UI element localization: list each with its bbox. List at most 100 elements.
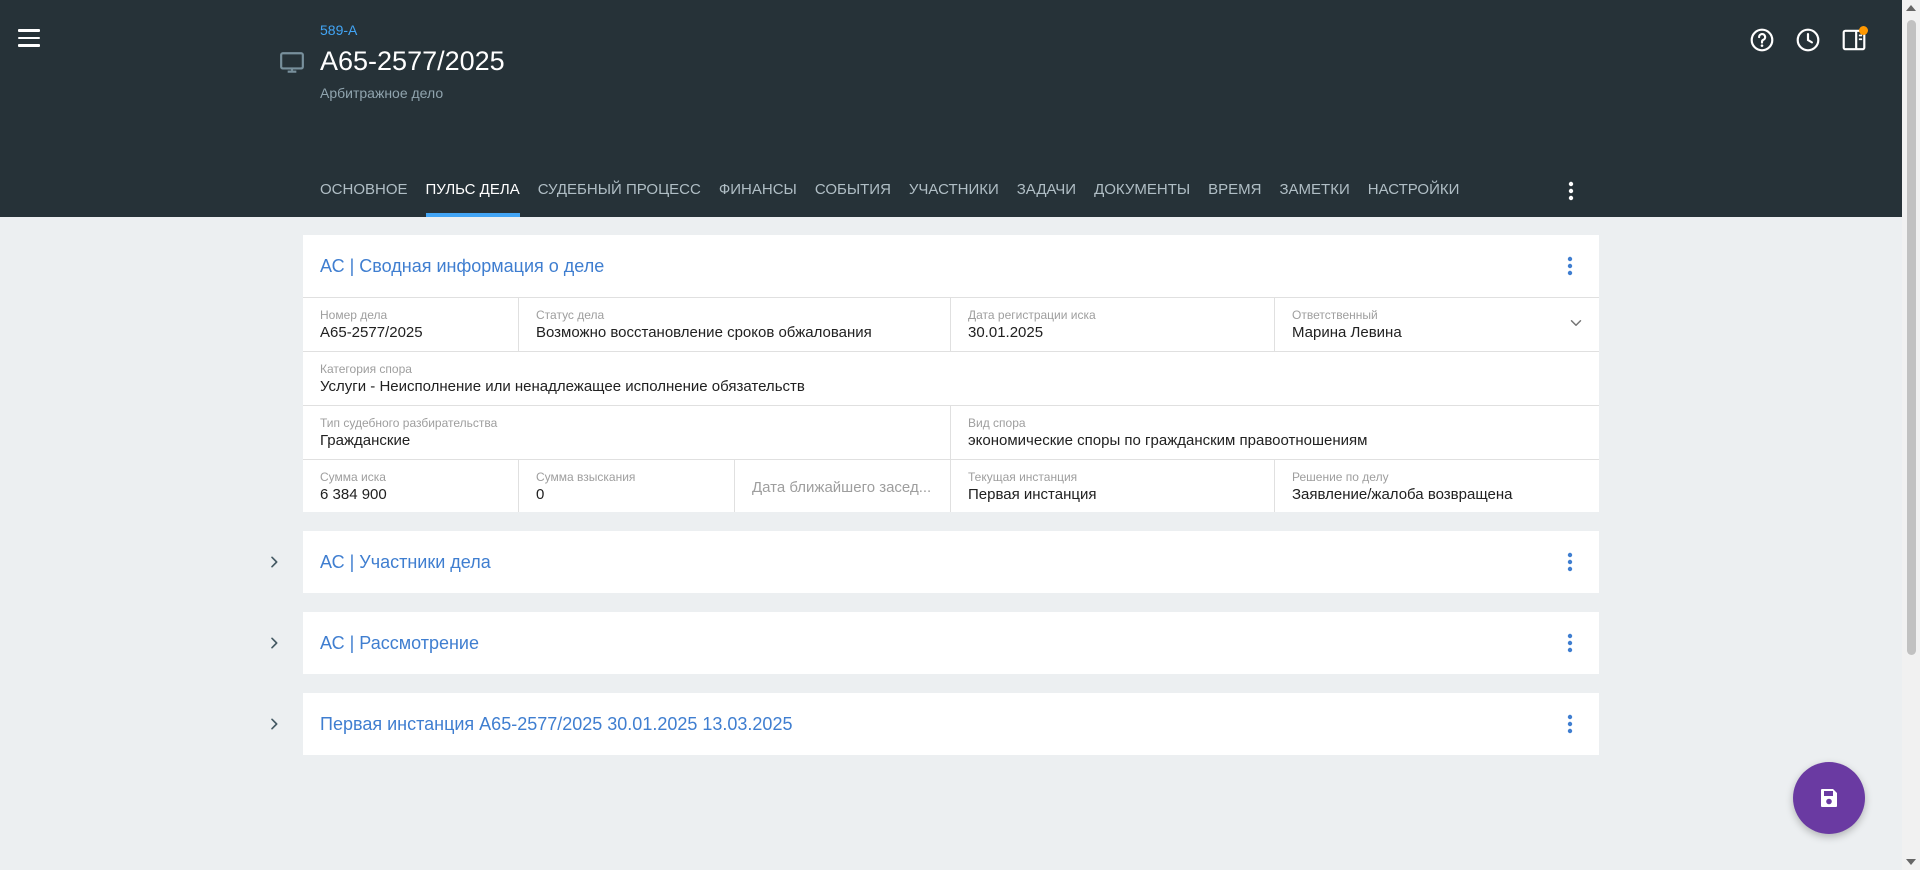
page-title: А65-2577/2025: [320, 46, 505, 76]
participants-card: АС | Участники дела: [303, 531, 1599, 593]
save-icon: [1821, 789, 1837, 807]
field-label: Сумма иска: [320, 470, 386, 484]
help-circle-icon: [1750, 28, 1774, 52]
chevron-down-icon[interactable]: [1567, 314, 1585, 332]
participants-card-header: АС | Участники дела: [303, 531, 1599, 593]
dispute-kind-field[interactable]: Вид спора экономические споры по граждан…: [951, 406, 1599, 459]
clock-icon: [1796, 28, 1820, 52]
field-value: Гражданские: [320, 432, 411, 449]
first-instance-card-menu-button[interactable]: [1555, 709, 1585, 739]
field-label: Номер дела: [320, 308, 388, 322]
more-vertical-icon: [1568, 181, 1574, 201]
more-vertical-icon: [1567, 714, 1573, 734]
chevron-right-icon: [271, 556, 278, 568]
tab-documents[interactable]: ДОКУМЕНТЫ: [1094, 170, 1190, 217]
chevron-right-icon: [271, 718, 278, 730]
tab-notes[interactable]: ЗАМЕТКИ: [1279, 170, 1349, 217]
section-tabs: ОСНОВНОЕ ПУЛЬС ДЕЛА СУДЕБНЫЙ ПРОЦЕСС ФИН…: [320, 170, 1477, 217]
first-instance-card: Первая инстанция А65-2577/2025 30.01.202…: [303, 693, 1599, 755]
review-card: АС | Рассмотрение: [303, 612, 1599, 674]
case-status-field[interactable]: Статус дела Возможно восстановление срок…: [519, 298, 951, 351]
scroll-up-arrow[interactable]: [1906, 5, 1916, 11]
summary-card-header: АС | Сводная информация о деле: [303, 235, 1599, 297]
summary-card: АС | Сводная информация о деле Номер дел…: [303, 235, 1599, 512]
field-label: Сумма взыскания: [536, 470, 636, 484]
expand-first-instance-button[interactable]: [262, 712, 286, 736]
claim-date-field[interactable]: Дата регистрации иска 30.01.2025: [951, 298, 1275, 351]
review-card-menu-button[interactable]: [1555, 628, 1585, 658]
tab-tasks[interactable]: ЗАДАЧИ: [1017, 170, 1076, 217]
claim-amount-field[interactable]: Сумма иска 6 384 900: [303, 460, 519, 512]
summary-row: Тип судебного разбирательства Граждански…: [303, 405, 1599, 459]
field-value: экономические споры по гражданским право…: [968, 432, 1368, 449]
tab-settings[interactable]: НАСТРОЙКИ: [1368, 170, 1460, 217]
more-vertical-icon: [1567, 633, 1573, 653]
tab-main[interactable]: ОСНОВНОЕ: [320, 170, 408, 217]
summary-row: Номер дела А65-2577/2025 Статус дела Воз…: [303, 297, 1599, 351]
app-header: 589-А А65-2577/2025 Арбитражное дело ОСН…: [0, 0, 1902, 217]
review-card-header: АС | Рассмотрение: [303, 612, 1599, 674]
review-card-title[interactable]: АС | Рассмотрение: [320, 633, 479, 654]
tab-case-pulse[interactable]: ПУЛЬС ДЕЛА: [425, 170, 520, 217]
field-value: А65-2577/2025: [320, 324, 423, 341]
current-instance-field[interactable]: Текущая инстанция Первая инстанция: [951, 460, 1275, 512]
more-vertical-icon: [1567, 256, 1573, 276]
field-label: Вид спора: [968, 416, 1026, 430]
side-panel-button[interactable]: [1838, 24, 1870, 56]
recovery-amount-field[interactable]: Сумма взыскания 0: [519, 460, 735, 512]
responsible-select[interactable]: Ответственный Марина Левина: [1275, 298, 1599, 351]
proceeding-type-field[interactable]: Тип судебного разбирательства Граждански…: [303, 406, 951, 459]
menu-icon-bar: [18, 44, 40, 47]
field-value: Первая инстанция: [968, 486, 1097, 503]
next-hearing-date-field[interactable]: Дата ближайшего засед...: [735, 460, 951, 512]
field-value: Возможно восстановление сроков обжалован…: [536, 324, 872, 341]
more-vertical-icon: [1567, 552, 1573, 572]
expand-participants-button[interactable]: [262, 550, 286, 574]
field-label: Ответственный: [1292, 308, 1378, 322]
scroll-thumb[interactable]: [1907, 20, 1916, 655]
field-label: Категория спора: [320, 362, 412, 376]
case-code-link[interactable]: 589-А: [320, 22, 357, 38]
header-actions: [1746, 24, 1870, 56]
menu-button[interactable]: [14, 24, 46, 50]
field-value: 0: [536, 486, 545, 503]
monitor-icon: [280, 52, 304, 73]
menu-icon-bar: [18, 29, 40, 32]
tab-participants[interactable]: УЧАСТНИКИ: [909, 170, 999, 217]
participants-card-menu-button[interactable]: [1555, 547, 1585, 577]
first-instance-card-header: Первая инстанция А65-2577/2025 30.01.202…: [303, 693, 1599, 755]
summary-row: Категория спора Услуги - Неисполнение ил…: [303, 351, 1599, 405]
participants-card-title[interactable]: АС | Участники дела: [320, 552, 491, 573]
history-button[interactable]: [1792, 24, 1824, 56]
field-value: 30.01.2025: [968, 324, 1044, 341]
tab-finance[interactable]: ФИНАНСЫ: [719, 170, 797, 217]
page-subtitle: Арбитражное дело: [320, 85, 444, 101]
tab-events[interactable]: СОБЫТИЯ: [815, 170, 891, 217]
tabs-more-button[interactable]: [1556, 176, 1586, 206]
tab-court-process[interactable]: СУДЕБНЫЙ ПРОЦЕСС: [538, 170, 701, 217]
field-label: Тип судебного разбирательства: [320, 416, 498, 430]
page-scrollbar[interactable]: [1902, 0, 1920, 870]
field-label: Решение по делу: [1292, 470, 1389, 484]
menu-icon-bar: [18, 36, 40, 39]
decision-field[interactable]: Решение по делу Заявление/жалоба возвращ…: [1275, 460, 1599, 512]
field-placeholder: Дата ближайшего засед...: [752, 479, 932, 496]
field-value: Услуги - Неисполнение или ненадлежащее и…: [320, 378, 805, 395]
expand-review-button[interactable]: [262, 631, 286, 655]
field-label: Статус дела: [536, 308, 605, 322]
help-button[interactable]: [1746, 24, 1778, 56]
summary-card-title[interactable]: АС | Сводная информация о деле: [320, 256, 604, 277]
notification-badge: [1859, 26, 1868, 35]
chevron-right-icon: [271, 637, 278, 649]
save-button[interactable]: [1793, 762, 1865, 834]
case-number-field[interactable]: Номер дела А65-2577/2025: [303, 298, 519, 351]
field-label: Дата регистрации иска: [968, 308, 1096, 322]
dispute-category-field[interactable]: Категория спора Услуги - Неисполнение ил…: [303, 352, 1599, 405]
tab-time[interactable]: ВРЕМЯ: [1208, 170, 1261, 217]
summary-card-menu-button[interactable]: [1555, 251, 1585, 281]
first-instance-card-title[interactable]: Первая инстанция А65-2577/2025 30.01.202…: [320, 714, 792, 735]
scroll-down-arrow[interactable]: [1906, 859, 1916, 865]
field-label: Текущая инстанция: [968, 470, 1078, 484]
field-value: Марина Левина: [1292, 324, 1402, 341]
summary-row: Сумма иска 6 384 900 Сумма взыскания 0 Д…: [303, 459, 1599, 512]
